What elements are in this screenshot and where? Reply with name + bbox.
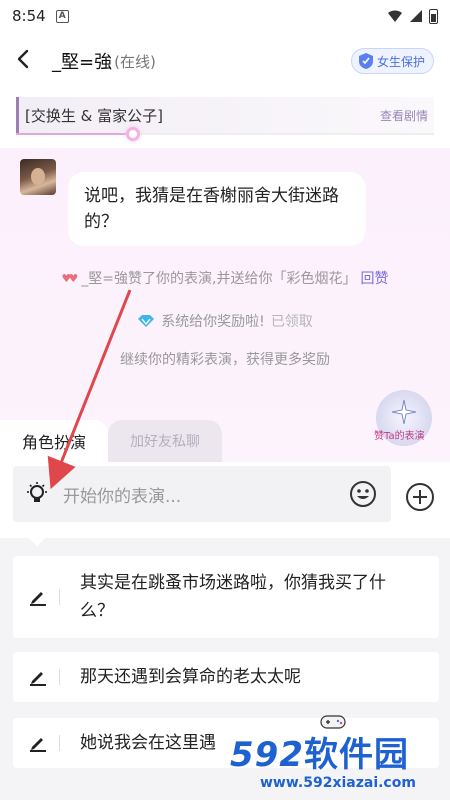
chat-header: _堅=強 (在线) 女生保护 <box>0 38 450 84</box>
encourage-notice: 继续你的精彩表演，获得更多奖励 <box>0 349 450 369</box>
contact-name: _堅=強 <box>52 52 113 73</box>
app-notification-icon: A <box>55 9 69 23</box>
avatar[interactable] <box>20 159 56 195</box>
cell-signal-icon <box>410 10 422 22</box>
reward-notice-text: 系统给你奖励啦! <box>161 314 265 330</box>
watermark: 592软件园 www.592xiazai.com <box>222 715 450 800</box>
shield-icon <box>358 53 373 69</box>
watermark-brand: 592软件园 <box>230 727 409 776</box>
scene-progress-fill <box>16 133 134 135</box>
message-input[interactable]: 开始你的表演... <box>13 466 391 522</box>
like-notice: ♥♥ _堅=強赞了你的表演,并送给你「彩色烟花」 回赞 <box>0 268 450 288</box>
divider <box>59 669 60 685</box>
scene-progress-knob[interactable] <box>126 127 141 141</box>
suggestion-text: 其实是在跳蚤市场迷路啦，你猜我买了什么？ <box>79 573 386 621</box>
signal-icon <box>388 10 402 22</box>
pen-icon <box>30 738 46 752</box>
scene-banner: [交换生 & 富家公子] 查看剧情 <box>16 97 434 133</box>
suggestion-card[interactable]: 其实是在跳蚤市场迷路啦，你猜我买了什么？ <box>13 556 439 638</box>
like-back-link[interactable]: 回赞 <box>360 268 388 288</box>
input-placeholder: 开始你的表演... <box>63 486 182 507</box>
pen-icon <box>29 592 46 606</box>
protect-label: 女生保护 <box>376 54 425 69</box>
reward-notice: 系统给你奖励啦! 已领取 <box>0 311 450 331</box>
girl-protection-button[interactable]: 女生保护 <box>350 48 434 74</box>
watermark-brand-text: 软件园 <box>303 735 409 775</box>
scene-progress-bar <box>16 127 434 141</box>
tab-roleplay[interactable]: 角色扮演 <box>0 420 108 462</box>
status-time: 8:54 <box>12 7 46 25</box>
watermark-brand-number: 592 <box>230 735 304 775</box>
pen-icon <box>30 672 46 686</box>
back-button[interactable] <box>16 48 44 74</box>
suggestion-caret <box>28 537 46 546</box>
suggestion-card[interactable]: 那天还遇到会算命的老太太呢 <box>13 652 439 702</box>
message-bubble: 说吧，我猜是在香榭丽舍大街迷路的？ <box>68 172 366 246</box>
suggestion-text: 她说我会在这里遇 <box>80 733 216 753</box>
online-status: (在线) <box>114 52 156 71</box>
input-row: 开始你的表演... <box>0 462 450 538</box>
tab-private-chat[interactable]: 加好友私聊 <box>108 420 222 462</box>
diamond-icon <box>138 315 155 327</box>
divider <box>58 589 60 605</box>
hearts-icon: ♥♥ <box>61 271 79 285</box>
status-bar: 8:54 A <box>0 0 450 32</box>
suggestion-text: 那天还遇到会算命的老太太呢 <box>80 667 301 687</box>
chevron-left-icon <box>17 49 29 69</box>
reward-status: 已领取 <box>270 314 313 330</box>
status-icons <box>387 8 438 24</box>
battery-icon <box>429 8 438 24</box>
watermark-url: www.592xiazai.com <box>260 775 416 791</box>
encourage-notice-text: 继续你的精彩表演，获得更多奖励 <box>120 352 330 368</box>
add-icon[interactable] <box>405 482 435 512</box>
scene-title: [交换生 & 富家公子] <box>25 106 163 125</box>
view-plot-link[interactable]: 查看剧情 <box>380 107 428 124</box>
mode-tabs: 角色扮演 加好友私聊 <box>0 420 450 462</box>
emoji-icon[interactable] <box>349 480 377 508</box>
lightbulb-icon[interactable] <box>25 481 49 507</box>
like-notice-text: _堅=強赞了你的表演,并送给你「彩色烟花」 <box>81 271 357 287</box>
divider <box>59 735 60 751</box>
